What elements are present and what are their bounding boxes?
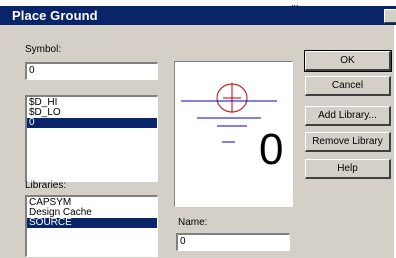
libraries-list[interactable]: CAPSYM Design Cache SOURCE: [25, 195, 158, 257]
libraries-label: Libraries:: [25, 180, 67, 191]
remove-library-button[interactable]: Remove Library: [305, 132, 391, 152]
list-item[interactable]: $D_LO: [27, 108, 157, 118]
symbol-label: Symbol:: [25, 44, 62, 55]
name-input[interactable]: 0: [176, 233, 290, 251]
help-button[interactable]: Help: [305, 159, 391, 179]
cancel-button[interactable]: Cancel: [305, 76, 391, 96]
name-label: Name:: [178, 217, 208, 228]
add-library-button[interactable]: Add Library...: [305, 106, 391, 126]
symbol-input[interactable]: 0: [25, 62, 158, 80]
title-bar[interactable]: Place Ground: [0, 6, 396, 25]
symbol-preview: 0: [174, 61, 293, 207]
preview-value-text: 0: [259, 125, 284, 174]
symbol-list[interactable]: $D_HI $D_LO 0: [25, 95, 158, 182]
title-bar-button[interactable]: [384, 9, 396, 23]
place-ground-dialog: Place Ground Symbol: 0 $D_HI $D_LO 0 Lib…: [0, 6, 396, 258]
list-item-selected[interactable]: SOURCE: [27, 218, 157, 228]
ok-button[interactable]: OK: [304, 50, 392, 72]
list-item-selected[interactable]: 0: [27, 118, 157, 128]
dialog-title: Place Ground: [12, 8, 98, 23]
